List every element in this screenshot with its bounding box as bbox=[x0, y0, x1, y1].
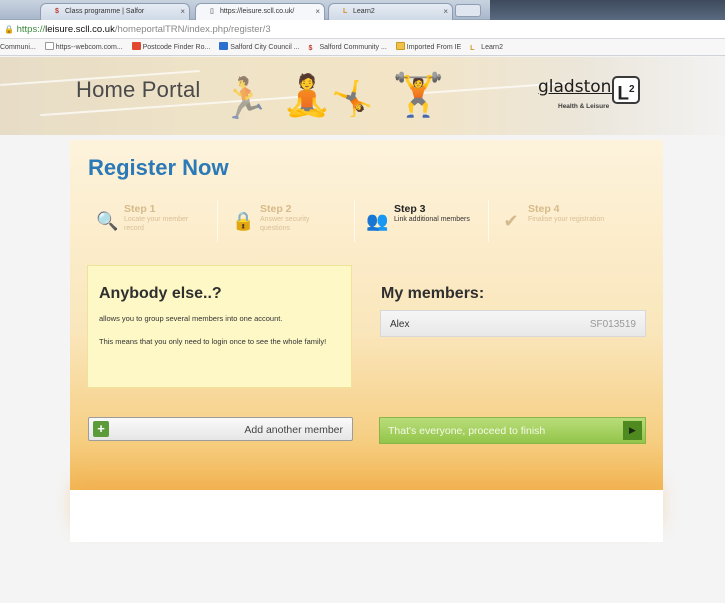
yoga-figure-icon: 🧘 bbox=[282, 74, 332, 118]
add-member-label: Add another member bbox=[244, 424, 343, 436]
member-row[interactable]: Alex SF013519 bbox=[380, 310, 646, 337]
url-host: leisure.scll.co.uk bbox=[45, 24, 115, 35]
weightlifter-figure-icon: 🏋 bbox=[392, 71, 445, 118]
step-2: 🔒 Step 2 Answer security questions bbox=[232, 203, 310, 232]
members-title: My members: bbox=[381, 285, 485, 302]
dancer-figure-icon: 🤸 bbox=[331, 80, 374, 118]
browser-tab-class-programme[interactable]: $ Class programme | Salfor × bbox=[40, 3, 190, 20]
l2-icon: L bbox=[343, 8, 348, 15]
runner-figure-icon: 🏃 bbox=[220, 77, 270, 121]
proceed-label: That's everyone, proceed to finish bbox=[388, 425, 546, 437]
tab-label: Learn2 bbox=[352, 8, 375, 15]
l2-icon: L bbox=[470, 45, 475, 52]
padlock-icon: 🔒 bbox=[232, 211, 255, 231]
bookmark-communi[interactable]: Communi... bbox=[0, 39, 36, 55]
bookmark-webcom[interactable]: https--webcom.com... bbox=[44, 39, 123, 55]
bookmark-postcode-finder[interactable]: Postcode Finder Ro... bbox=[131, 39, 210, 55]
info-text: This means that you only need to login o… bbox=[99, 337, 327, 346]
member-id: SF013519 bbox=[589, 319, 636, 330]
page-title: Home Portal bbox=[76, 77, 201, 102]
browser-tab-bar: $ Class programme | Salfor × ▯ https://l… bbox=[0, 0, 725, 20]
member-name: Alex bbox=[390, 319, 410, 330]
step-divider bbox=[488, 200, 489, 242]
url-path: /homeportalTRN/index.php/register/3 bbox=[114, 24, 271, 35]
browser-tab-leisure[interactable]: ▯ https://leisure.scll.co.uk/ × bbox=[195, 3, 325, 20]
people-icon: 👥 bbox=[366, 211, 389, 231]
new-tab-button[interactable] bbox=[455, 4, 481, 17]
step-1: 🔍 Step 1 Locate your member record bbox=[96, 203, 189, 232]
browser-tab-learn2[interactable]: L Learn2 × bbox=[328, 3, 453, 20]
dollar-icon: $ bbox=[55, 8, 59, 15]
info-box bbox=[87, 265, 352, 388]
close-icon[interactable]: × bbox=[443, 4, 448, 20]
url-scheme: https:// bbox=[16, 24, 46, 35]
brand-logo-text[interactable]: gladstone bbox=[538, 77, 622, 97]
address-bar[interactable]: 🔒 https://leisure.scll.co.uk/homeportalT… bbox=[0, 20, 725, 39]
step-divider bbox=[354, 200, 355, 242]
brand-tagline: Health & Leisure bbox=[558, 103, 610, 110]
bookmark-salford-city-council[interactable]: Salford City Council ... bbox=[219, 39, 300, 55]
lock-icon: 🔒 bbox=[4, 25, 14, 34]
plus-icon: + bbox=[93, 421, 109, 437]
register-title: Register Now bbox=[88, 155, 229, 180]
step-3: 👥 Step 3 Link additional members bbox=[366, 203, 470, 231]
tab-label: Class programme | Salfor bbox=[64, 8, 145, 15]
bookmark-salford-community[interactable]: $ Salford Community ... bbox=[308, 39, 386, 55]
page-icon: ▯ bbox=[210, 8, 214, 15]
proceed-to-finish-button[interactable]: That's everyone, proceed to finish ▶ bbox=[379, 417, 646, 444]
red-icon bbox=[131, 42, 141, 50]
brand-logo-badge: L2 bbox=[612, 76, 640, 104]
close-icon[interactable]: × bbox=[180, 4, 185, 20]
search-icon: 🔍 bbox=[96, 211, 119, 231]
dollar-icon: $ bbox=[308, 45, 313, 52]
step-divider bbox=[217, 200, 218, 242]
info-title: Anybody else..? bbox=[99, 285, 222, 302]
step-4: ✔ Step 4 Finalise your registration bbox=[500, 203, 620, 243]
panel-footer bbox=[70, 490, 663, 542]
play-arrow-icon: ▶ bbox=[623, 421, 642, 440]
info-text: allows you to group several members into… bbox=[99, 314, 283, 323]
close-icon[interactable]: × bbox=[315, 4, 320, 20]
checkmark-icon: ✔ bbox=[503, 211, 519, 231]
bookmark-imported-from-ie[interactable]: Imported From IE bbox=[395, 39, 461, 55]
bookmarks-bar: Communi... https--webcom.com... Postcode… bbox=[0, 39, 725, 56]
bookmark-learn2[interactable]: L Learn2 bbox=[470, 39, 503, 55]
tab-label: https://leisure.scll.co.uk/ bbox=[219, 8, 295, 15]
page-icon bbox=[44, 42, 54, 50]
add-member-button[interactable]: + Add another member bbox=[88, 417, 353, 441]
window-title-area bbox=[490, 0, 725, 20]
folder-icon bbox=[395, 42, 405, 50]
square-icon bbox=[219, 42, 229, 50]
